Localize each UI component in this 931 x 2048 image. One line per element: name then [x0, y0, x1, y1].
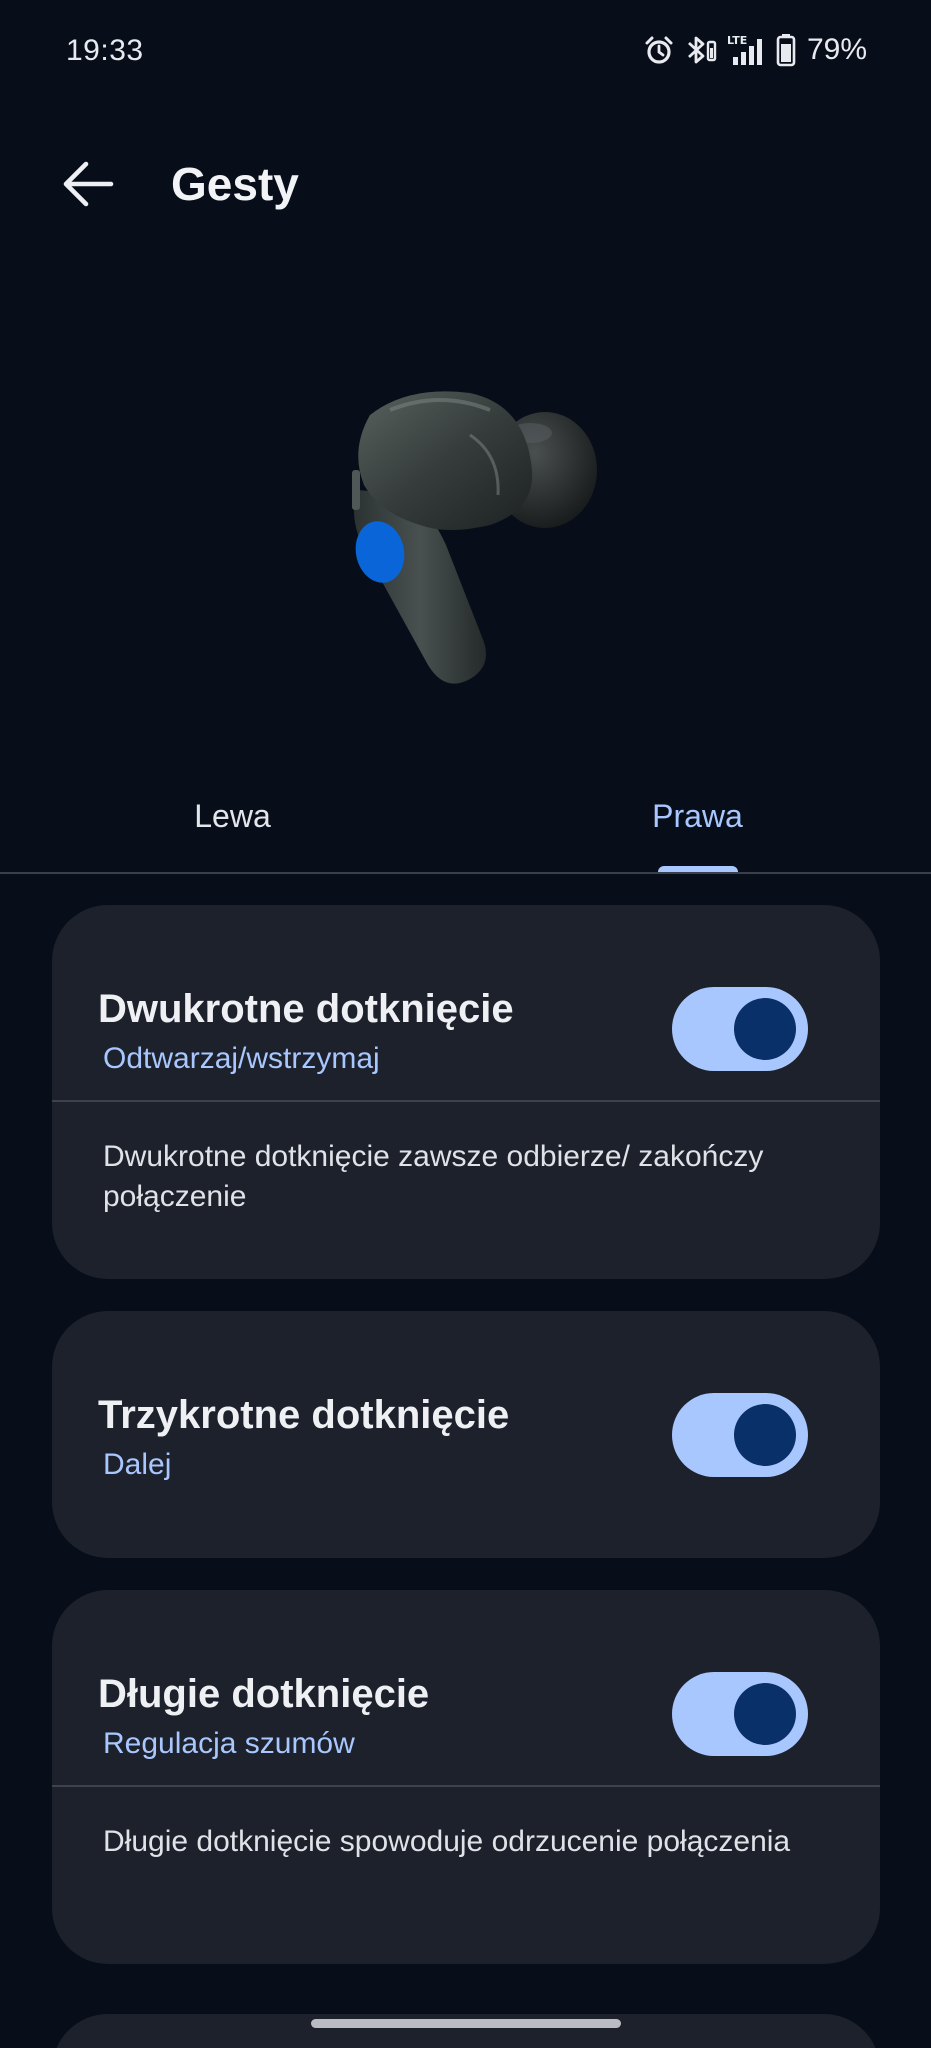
- status-time: 19:33: [66, 34, 144, 67]
- home-indicator[interactable]: [311, 2019, 621, 2028]
- gesture-description: Dwukrotne dotknięcie zawsze odbierze/ za…: [103, 1140, 764, 1213]
- tab-right[interactable]: Prawa: [465, 760, 930, 872]
- earbud-illustration: [330, 375, 610, 705]
- network-label: LTE: [727, 34, 747, 47]
- status-icons: LTE 79%: [643, 30, 867, 70]
- page-title: Gesty: [171, 158, 299, 210]
- bluetooth-icon: [684, 34, 718, 66]
- toggle-knob: [734, 1683, 796, 1745]
- gesture-action: Regulacja szumów: [103, 1727, 355, 1760]
- gesture-card-double-tap: Dwukrotne dotknięcie Odtwarzaj/wstrzymaj…: [52, 905, 880, 1279]
- toggle-knob: [734, 1404, 796, 1466]
- lte-signal-icon: LTE: [727, 33, 767, 67]
- long-press-toggle[interactable]: [672, 1672, 808, 1756]
- arrow-left-icon: [61, 159, 115, 214]
- gesture-card-triple-tap: Trzykrotne dotknięcie Dalej: [52, 1311, 880, 1558]
- alarm-icon: [643, 34, 675, 66]
- gesture-title: Dwukrotne dotknięcie: [98, 987, 514, 1031]
- gesture-action: Odtwarzaj/wstrzymaj: [103, 1042, 380, 1075]
- status-bar: 19:33 LTE 79%: [0, 0, 931, 105]
- card-divider: [52, 1100, 880, 1102]
- triple-tap-toggle[interactable]: [672, 1393, 808, 1477]
- gestures-screen: 19:33 LTE 79% Gesty Lewa Prawa Dwukrotne…: [0, 0, 931, 2048]
- tab-left[interactable]: Lewa: [0, 760, 465, 872]
- gesture-description: Długie dotknięcie spowoduje odrzucenie p…: [103, 1825, 791, 1858]
- earbud-tabs: Lewa Prawa: [0, 760, 931, 874]
- toggle-knob: [734, 998, 796, 1060]
- battery-percent: 79%: [806, 33, 867, 66]
- gesture-row-triple-tap[interactable]: Trzykrotne dotknięcie Dalej: [52, 1311, 880, 1558]
- gesture-row-long-press[interactable]: Długie dotknięcie Regulacja szumów: [52, 1590, 880, 1785]
- tabs-divider: [0, 872, 931, 874]
- gesture-title: Trzykrotne dotknięcie: [98, 1393, 510, 1437]
- gesture-action: Dalej: [103, 1448, 172, 1481]
- gesture-title: Długie dotknięcie: [98, 1672, 430, 1716]
- battery-icon: [776, 33, 796, 67]
- gesture-row-double-tap[interactable]: Dwukrotne dotknięcie Odtwarzaj/wstrzymaj: [52, 905, 880, 1100]
- gesture-card-long-press: Długie dotknięcie Regulacja szumów Długi…: [52, 1590, 880, 1964]
- double-tap-toggle[interactable]: [672, 987, 808, 1071]
- back-button[interactable]: [52, 150, 124, 222]
- card-divider: [52, 1785, 880, 1787]
